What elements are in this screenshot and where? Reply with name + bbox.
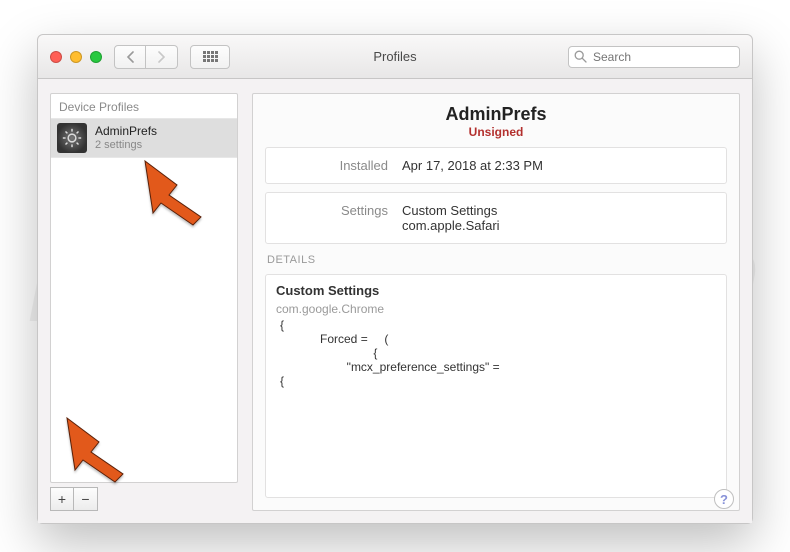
installed-card: Installed Apr 17, 2018 at 2:33 PM [265,147,727,184]
profile-details: AdminPrefs Unsigned Installed Apr 17, 20… [252,93,740,511]
profile-status: Unsigned [265,125,727,139]
details-header: DETAILS [267,254,725,266]
preferences-window: Profiles Device Profiles AdminPrefs 2 se… [37,34,753,524]
content-area: Device Profiles AdminPrefs 2 settings + … [38,79,752,523]
nav-back-forward [114,45,178,69]
profiles-list: Device Profiles AdminPrefs 2 settings [50,93,238,483]
settings-value-2: com.apple.Safari [402,218,500,233]
details-card: Custom Settings com.google.Chrome { Forc… [265,274,727,498]
details-body: { Forced = ( { "mcx_preference_settings"… [280,318,716,388]
remove-profile-button[interactable]: − [74,487,98,511]
help-button[interactable]: ? [714,489,734,509]
sidebar-header: Device Profiles [51,94,237,118]
forward-button[interactable] [146,45,178,69]
chevron-left-icon [126,51,135,63]
search-icon [574,50,587,66]
close-icon[interactable] [50,51,62,63]
settings-label: Settings [278,203,388,233]
chevron-right-icon [157,51,166,63]
zoom-icon[interactable] [90,51,102,63]
profile-item-adminprefs[interactable]: AdminPrefs 2 settings [51,118,237,158]
search-input[interactable] [568,46,740,68]
window-titlebar: Profiles [38,35,752,79]
settings-card: Settings Custom Settings com.apple.Safar… [265,192,727,244]
details-title: Custom Settings [276,283,716,298]
grid-icon [203,51,218,62]
show-all-button[interactable] [190,45,230,69]
add-profile-button[interactable]: + [50,487,74,511]
back-button[interactable] [114,45,146,69]
sidebar-bottom-toolbar: + − [50,483,238,511]
profile-name: AdminPrefs [265,104,727,125]
gear-icon [57,123,87,153]
installed-label: Installed [278,158,388,173]
profile-item-title: AdminPrefs [95,125,157,139]
sidebar: Device Profiles AdminPrefs 2 settings + … [50,93,238,511]
profile-item-sub: 2 settings [95,139,157,152]
minimize-icon[interactable] [70,51,82,63]
details-domain: com.google.Chrome [276,302,384,316]
installed-value: Apr 17, 2018 at 2:33 PM [402,158,543,173]
settings-value-1: Custom Settings [402,203,500,218]
traffic-lights [50,51,102,63]
